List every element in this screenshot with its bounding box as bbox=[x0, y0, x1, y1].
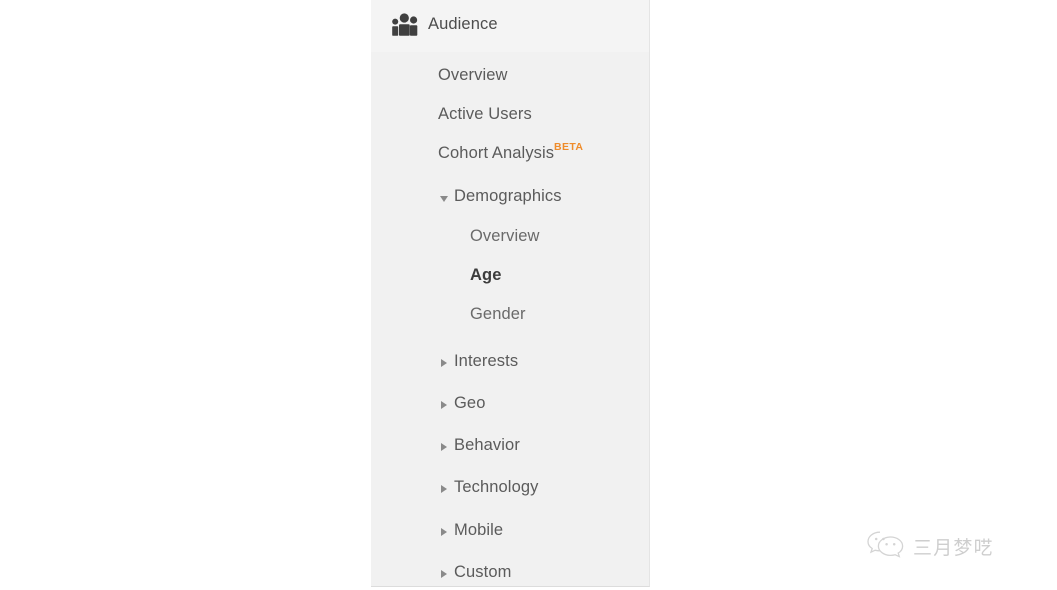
wechat-logo-icon bbox=[866, 529, 906, 563]
sidebar-item-custom[interactable]: Custom bbox=[371, 555, 650, 587]
chevron-right-icon[interactable] bbox=[441, 443, 447, 451]
sidebar-item-demographics[interactable]: Demographics bbox=[371, 179, 650, 217]
sidebar-item-label: Geo bbox=[454, 394, 486, 413]
sidebar-item-label: Demographics bbox=[454, 187, 562, 206]
sidebar-item-label: Behavior bbox=[454, 436, 520, 455]
sidebar-item-label: Age bbox=[470, 266, 501, 285]
chevron-right-icon[interactable] bbox=[441, 359, 447, 367]
beta-badge: BETA bbox=[554, 141, 583, 153]
sidebar-item-label: Cohort Analysis bbox=[438, 144, 554, 163]
sidebar-item-label: Mobile bbox=[454, 521, 503, 540]
chevron-right-icon[interactable] bbox=[441, 570, 447, 578]
sidebar-item-mobile[interactable]: Mobile bbox=[371, 513, 650, 551]
chevron-right-icon[interactable] bbox=[441, 401, 447, 409]
sidebar-item-label: Overview bbox=[470, 227, 540, 246]
sidebar-item-technology[interactable]: Technology bbox=[371, 470, 650, 508]
sidebar-item-interests[interactable]: Interests bbox=[371, 344, 650, 382]
sidebar-item-age-sub[interactable]: Age bbox=[371, 258, 650, 296]
sidebar-item-cohort-analysis[interactable]: Cohort AnalysisBETA bbox=[371, 136, 650, 174]
sidebar-item-gender-sub[interactable]: Gender bbox=[371, 297, 650, 335]
sidebar-item-active-users[interactable]: Active Users bbox=[371, 97, 650, 135]
sidebar-item-overview-sub[interactable]: Overview bbox=[371, 219, 650, 257]
sidebar-item-label: Interests bbox=[454, 352, 518, 371]
sidebar-item-label: Overview bbox=[438, 66, 508, 85]
sidebar-section-header-audience[interactable]: Audience bbox=[371, 0, 650, 52]
sidebar-item-overview[interactable]: Overview bbox=[371, 58, 650, 96]
chevron-right-icon[interactable] bbox=[441, 485, 447, 493]
audience-people-icon bbox=[391, 13, 421, 39]
chevron-right-icon[interactable] bbox=[441, 528, 447, 536]
watermark: 三月梦呓 bbox=[866, 529, 994, 563]
sidebar-item-label: Technology bbox=[454, 478, 538, 497]
sidebar-item-label: Gender bbox=[470, 305, 526, 324]
sidebar-item-behavior[interactable]: Behavior bbox=[371, 428, 650, 466]
sidebar-item-label: Active Users bbox=[438, 105, 532, 124]
watermark-text: 三月梦呓 bbox=[913, 533, 994, 560]
audience-sidebar-panel: Audience Overview Active Users Cohort Anal… bbox=[371, 0, 650, 587]
sidebar-item-label: Custom bbox=[454, 563, 511, 582]
chevron-down-icon[interactable] bbox=[440, 196, 448, 202]
sidebar-section-header-label: Audience bbox=[428, 15, 498, 34]
sidebar-item-geo[interactable]: Geo bbox=[371, 386, 650, 424]
